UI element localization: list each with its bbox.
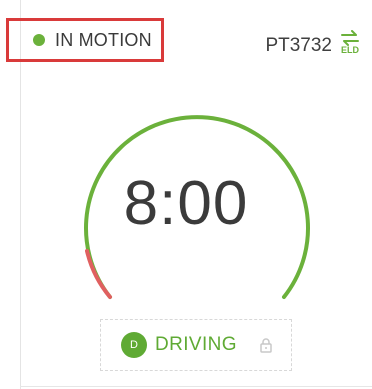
divider bbox=[20, 386, 372, 387]
status-label: IN MOTION bbox=[55, 29, 152, 50]
duty-label: DRIVING bbox=[155, 334, 237, 355]
swap-arrows-icon bbox=[341, 30, 359, 46]
eld-label: ELD bbox=[341, 45, 359, 55]
motion-status: IN MOTION bbox=[6, 18, 164, 62]
duty-badge: D bbox=[121, 332, 147, 358]
vehicle-id[interactable]: PT3732 bbox=[265, 35, 332, 57]
eld-switch[interactable]: ELD bbox=[336, 30, 364, 60]
duty-status-button[interactable]: D DRIVING bbox=[100, 319, 292, 371]
remaining-time: 8:00 bbox=[123, 169, 249, 238]
lock-icon bbox=[260, 338, 272, 353]
status-dot bbox=[33, 34, 45, 46]
